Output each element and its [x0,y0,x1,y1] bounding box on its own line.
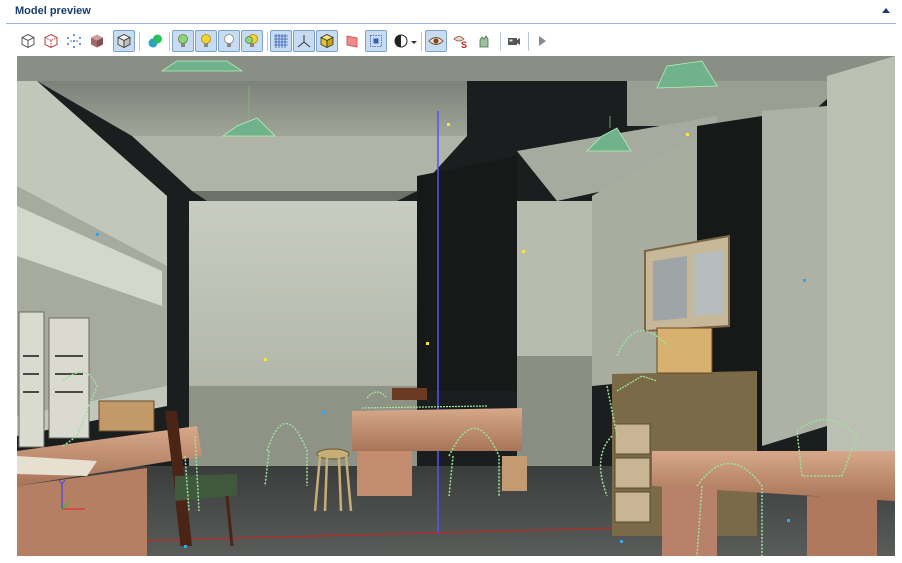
collapse-arrow-icon[interactable] [882,8,890,13]
view-materials-button[interactable] [144,30,166,52]
socket-icon: S [453,36,467,49]
show-bounds-button[interactable] [316,30,338,52]
panel-title: Model preview [15,5,91,17]
view-hidden-line-button[interactable] [40,30,62,52]
camera-button[interactable] [503,30,525,52]
bulb-white-icon [224,34,234,47]
contrast-dropdown-icon [394,34,408,48]
view-wireframe-button[interactable] [17,30,39,52]
toolbar-separator [267,32,268,51]
view-points-button[interactable] [63,30,85,52]
svg-text:S: S [461,40,467,49]
cube-textured-icon [117,34,131,49]
view-textured-button[interactable] [113,30,135,52]
toolbar-separator [421,32,422,51]
bounding-box-icon [320,34,334,49]
chevron-down-icon [411,41,417,44]
hand-icon [479,35,489,48]
show-hands-button[interactable] [473,30,495,52]
show-sockets-button[interactable]: S [449,30,471,52]
show-selection-button[interactable] [365,30,387,52]
show-axes-button[interactable] [293,30,315,52]
bulb-yellow-icon [201,34,211,47]
selection-box-icon [370,35,382,47]
light-ambient-button[interactable] [172,30,194,52]
red-plane-icon [346,35,358,48]
grid-icon [274,34,288,48]
material-spheres-icon [148,34,162,48]
axes-icon [297,35,311,48]
toolbar-separator [139,32,140,51]
play-icon [539,36,546,46]
3d-scene-viewport[interactable] [17,56,895,556]
point-cloud-icon [67,34,81,48]
center-table [352,408,522,451]
light-point-button[interactable] [218,30,240,52]
camera-icon [508,38,520,45]
cube-outline-icon [21,33,35,49]
play-animation-button[interactable] [531,30,553,52]
show-normals-button[interactable] [341,30,363,52]
panel-header: Model preview [6,0,896,24]
toolbar-separator [169,32,170,51]
cube-solid-icon [91,34,103,48]
model-preview-panel: Model preview S [0,0,902,563]
show-grid-button[interactable] [270,30,292,52]
light-directional-button[interactable] [195,30,217,52]
view-eye-button[interactable] [425,30,447,52]
preview-toolbar: S [17,30,895,54]
scene-render [17,56,895,556]
bulb-green-icon [178,34,188,47]
toolbar-separator [528,32,529,51]
cube-dashed-icon [44,33,58,49]
shading-mode-button[interactable] [390,30,418,52]
eye-icon [428,37,444,45]
toolbar-separator [500,32,501,51]
light-all-button[interactable] [241,30,263,52]
view-solid-button[interactable] [86,30,108,52]
bulb-multi-icon [245,34,258,47]
